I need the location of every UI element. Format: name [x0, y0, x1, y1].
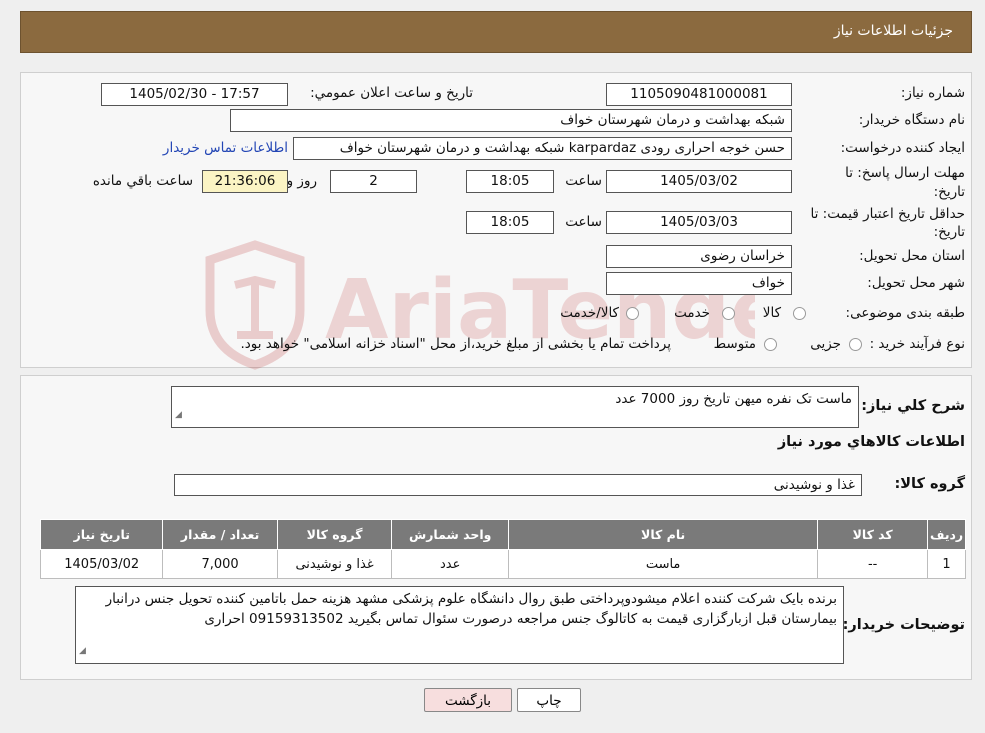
announce-date-label: تاريخ و ساعت اعلان عمومي: — [310, 85, 473, 101]
buyer-contact-link[interactable]: اطلاعات تماس خریدار — [163, 140, 288, 156]
announce-date-field: 1405/02/30 - 17:57 — [101, 83, 288, 106]
print-button[interactable]: چاپ — [517, 688, 581, 712]
buyer-notes-label: توضیحات خریدار: — [842, 617, 965, 633]
process-radio-medium[interactable] — [764, 338, 777, 351]
creator-label: ایجاد کننده درخواست: — [840, 140, 965, 156]
col-quantity: تعداد / مقدار — [162, 519, 278, 550]
cell-item-name: ماست — [508, 549, 819, 579]
price-validity-time-label: ساعت — [565, 214, 602, 230]
col-need-date: تاریخ نیاز — [39, 519, 164, 550]
deadline-time-label: ساعت — [565, 173, 602, 189]
city-label: شهر محل تحویل: — [867, 275, 965, 291]
price-validity-label-line1: حداقل تاریخ اعتبار قیمت: تا — [810, 206, 965, 222]
need-number-label: شماره نیاز: — [900, 85, 965, 101]
cell-quantity: 7,000 — [162, 549, 278, 579]
days-remaining-field: 2 — [330, 170, 417, 193]
col-item-code: کد کالا — [817, 519, 929, 550]
buyer-org-label: نام دستگاه خریدار: — [858, 112, 965, 128]
summary-text: ماست تک نفره میهن تاریخ روز 7000 عدد — [615, 391, 852, 407]
cell-unit: عدد — [391, 549, 510, 579]
province-field: خراسان رضوی — [606, 245, 792, 268]
back-button[interactable]: بازگشت — [424, 688, 512, 712]
col-goods-group: گروه کالا — [276, 519, 393, 550]
treasury-payment-note: پرداخت تمام یا بخشی از مبلغ خرید،از محل … — [240, 336, 671, 352]
buyer-notes-text: برنده بایک شرکت کننده اعلام میشودوپرداخت… — [105, 591, 837, 627]
process-type-label: نوع فرآیند خرید : — [869, 336, 965, 352]
goods-info-title: اطلاعات کالاهاي مورد نياز — [777, 434, 965, 450]
buyer-notes-textarea: برنده بایک شرکت کننده اعلام میشودوپرداخت… — [75, 586, 844, 664]
remaining-time-field: 21:36:06 — [202, 170, 288, 193]
items-table-header-row: ردیف کد کالا نام کالا واحد شمارش گروه کا… — [39, 519, 966, 550]
cell-need-date: 1405/03/02 — [39, 549, 164, 579]
summary-textarea: ماست تک نفره میهن تاریخ روز 7000 عدد ◢ — [171, 386, 859, 428]
category-label: طبقه بندی موضوعی: — [845, 305, 965, 321]
resize-grip-icon[interactable]: ◢ — [79, 641, 86, 661]
cell-row-number: 1 — [927, 549, 966, 579]
deadline-label-line2: تاریخ: — [933, 184, 965, 200]
category-option-goods-service: کالا/خدمت — [560, 305, 619, 321]
page-header: جزئیات اطلاعات نیاز — [20, 11, 972, 53]
process-radio-minor[interactable] — [849, 338, 862, 351]
deadline-time-field: 18:05 — [466, 170, 554, 193]
category-option-service: خدمت — [674, 305, 710, 321]
buyer-org-field: شبکه بهداشت و درمان شهرستان خواف — [230, 109, 792, 132]
goods-group-field: غذا و نوشیدنی — [174, 474, 862, 496]
table-row: 1 -- ماست عدد غذا و نوشیدنی 7,000 1405/0… — [39, 549, 966, 579]
days-and-label: روز و — [286, 173, 317, 189]
city-field: خواف — [606, 272, 792, 295]
items-table: ردیف کد کالا نام کالا واحد شمارش گروه کا… — [39, 519, 966, 579]
process-option-minor: جزیی — [810, 336, 841, 352]
process-option-medium: متوسط — [713, 336, 756, 352]
category-radio-service[interactable] — [722, 307, 735, 320]
col-unit: واحد شمارش — [391, 519, 510, 550]
col-item-name: نام کالا — [508, 519, 819, 550]
category-option-goods: کالا — [762, 305, 781, 321]
resize-grip-icon[interactable]: ◢ — [175, 405, 182, 425]
price-validity-date-field: 1405/03/03 — [606, 211, 792, 234]
cell-goods-group: غذا و نوشیدنی — [276, 549, 393, 579]
category-radio-goods-service[interactable] — [626, 307, 639, 320]
price-validity-label-line2: تاریخ: — [933, 224, 965, 240]
deadline-label-line1: مهلت ارسال پاسخ: تا — [845, 165, 965, 181]
page-title: جزئیات اطلاعات نیاز — [833, 23, 953, 39]
creator-field: حسن خوجه احراری رودی karpardaz شبکه بهدا… — [293, 137, 792, 160]
category-radio-goods[interactable] — [793, 307, 806, 320]
deadline-date-field: 1405/03/02 — [606, 170, 792, 193]
need-number-field: 1105090481000081 — [606, 83, 792, 106]
cell-item-code: -- — [817, 549, 929, 579]
col-row-number: ردیف — [927, 519, 966, 550]
summary-label: شرح کلي نياز: — [861, 398, 965, 414]
remaining-time-label: ساعت باقي مانده — [92, 173, 193, 189]
goods-group-label: گروه کالا: — [894, 476, 965, 492]
price-validity-time-field: 18:05 — [466, 211, 554, 234]
province-label: استان محل تحویل: — [859, 248, 965, 264]
